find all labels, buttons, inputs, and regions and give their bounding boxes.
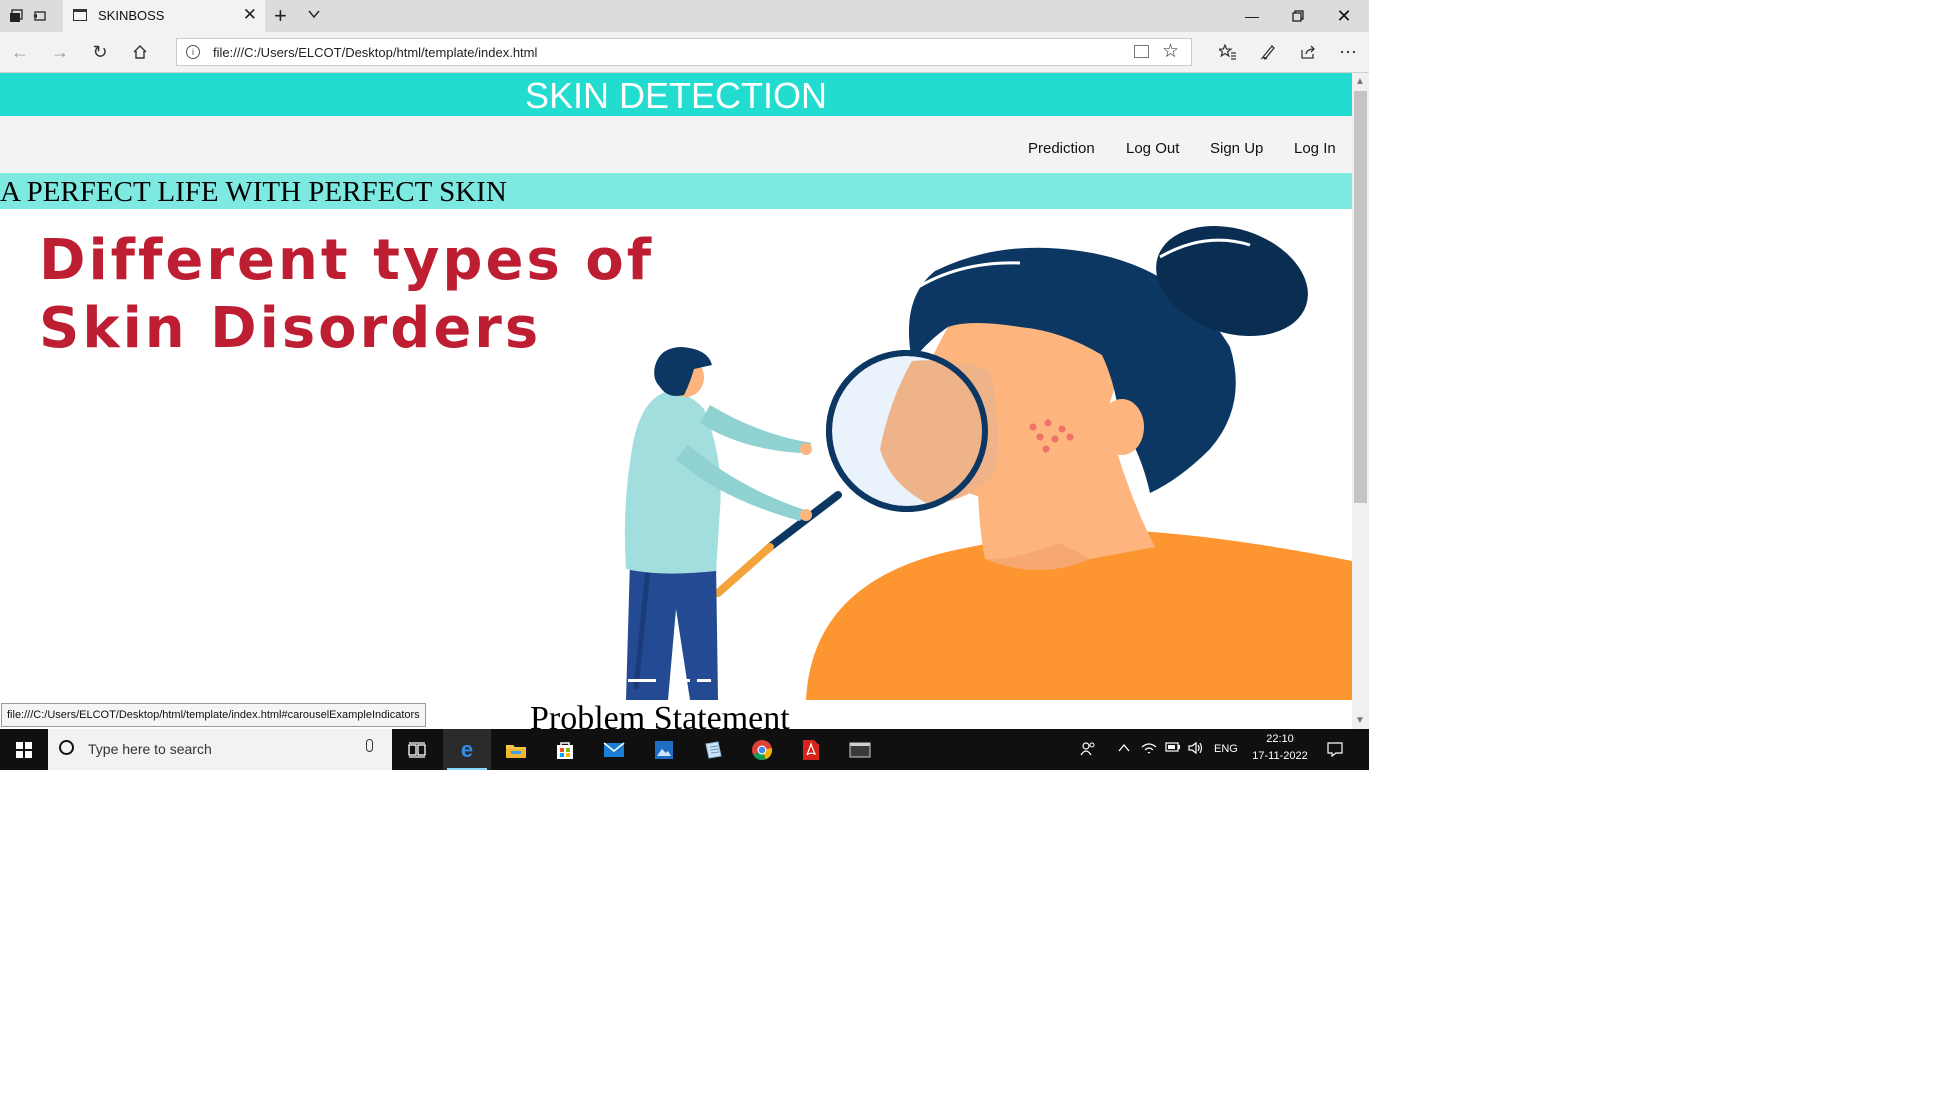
tab-bar: SKINBOSS ✕ + — ✕ — [0, 0, 1369, 32]
scroll-up-icon[interactable]: ▲ — [1355, 76, 1365, 87]
tab-actions-icon[interactable] — [6, 6, 26, 26]
notification-icon[interactable] — [1327, 741, 1343, 760]
scroll-down-icon[interactable]: ▼ — [1355, 715, 1365, 726]
site-navbar: Prediction Log Out Sign Up Log In — [0, 116, 1352, 173]
language-indicator[interactable]: ENG — [1214, 743, 1238, 755]
status-link-tooltip: file:///C:/Users/ELCOT/Desktop/html/temp… — [1, 703, 426, 727]
pen-icon[interactable] — [1256, 40, 1280, 64]
nav-link-prediction[interactable]: Prediction — [1028, 140, 1095, 157]
more-icon[interactable]: ⋯ — [1336, 40, 1360, 64]
edge-active-indicator — [447, 768, 487, 770]
acrobat-icon[interactable] — [787, 729, 835, 770]
back-icon[interactable]: ← — [8, 40, 32, 64]
favorites-hub-icon[interactable] — [1216, 40, 1240, 64]
tab-title: SKINBOSS — [98, 8, 165, 23]
url-text[interactable]: file:///C:/Users/ELCOT/Desktop/html/temp… — [213, 45, 537, 60]
taskbar-search-placeholder: Type here to search — [88, 741, 212, 757]
carousel-indicator-1[interactable] — [628, 679, 656, 682]
mail-icon[interactable] — [590, 729, 638, 770]
page-scrollbar[interactable]: ▲ ▼ — [1352, 73, 1369, 729]
taskbar: Type here to search e ENG 22:10 17-11-20… — [0, 729, 1369, 770]
people-icon[interactable] — [1080, 741, 1096, 760]
photos-icon[interactable] — [640, 729, 688, 770]
address-bar[interactable]: i file:///C:/Users/ELCOT/Desktop/html/te… — [176, 38, 1192, 66]
edge-icon[interactable]: e — [443, 729, 491, 770]
close-icon[interactable]: ✕ — [243, 5, 257, 25]
reading-view-icon[interactable] — [1134, 45, 1149, 58]
web-page: SKIN DETECTION Prediction Log Out Sign U… — [0, 73, 1352, 729]
page-icon — [73, 9, 87, 21]
tagline: A PERFECT LIFE WITH PERFECT SKIN — [0, 173, 1352, 209]
scroll-thumb[interactable] — [1354, 91, 1367, 503]
task-view-icon[interactable] — [393, 729, 441, 770]
hero-carousel[interactable]: Different types of Skin Disorders — [0, 209, 1352, 700]
windows-icon[interactable] — [0, 729, 48, 770]
info-icon[interactable]: i — [186, 45, 200, 59]
nav-link-log-in[interactable]: Log In — [1294, 140, 1336, 157]
microphone-icon[interactable] — [366, 739, 373, 752]
tab-skinboss[interactable]: SKINBOSS ✕ — [63, 0, 265, 32]
svg-text:e: e — [461, 739, 473, 761]
hero-illustration — [624, 225, 1352, 700]
battery-icon[interactable] — [1165, 741, 1181, 756]
restore-icon[interactable] — [1275, 0, 1321, 32]
carousel-indicator-2[interactable] — [674, 679, 690, 682]
home-icon[interactable] — [128, 40, 152, 64]
share-icon[interactable] — [1296, 40, 1320, 64]
carousel-indicator-3[interactable] — [697, 679, 711, 682]
chevron-up-icon[interactable] — [1117, 741, 1131, 758]
browser-toolbar: ← → ↻ i file:///C:/Users/ELCOT/Desktop/h… — [0, 32, 1369, 73]
terminal-icon[interactable] — [836, 729, 884, 770]
problem-statement-heading: Problem Statement — [530, 700, 790, 729]
wifi-icon[interactable] — [1141, 741, 1157, 758]
new-tab-icon[interactable]: + — [274, 3, 287, 29]
minimize-icon[interactable]: — — [1229, 0, 1275, 32]
chrome-icon[interactable] — [738, 729, 786, 770]
favorite-star-icon[interactable]: ☆ — [1162, 40, 1179, 63]
notepad-icon[interactable] — [689, 729, 737, 770]
tabs-aside-icon[interactable] — [29, 6, 49, 26]
chevron-down-icon[interactable] — [307, 7, 321, 26]
close-icon[interactable]: ✕ — [1321, 0, 1367, 32]
nav-link-sign-up[interactable]: Sign Up — [1210, 140, 1263, 157]
nav-link-log-out[interactable]: Log Out — [1126, 140, 1179, 157]
volume-icon[interactable] — [1188, 741, 1204, 758]
site-header: SKIN DETECTION — [0, 73, 1352, 116]
cortana-icon — [59, 740, 74, 755]
store-icon[interactable] — [541, 729, 589, 770]
browser-window: SKINBOSS ✕ + — ✕ ← → ↻ i file:///C:/User… — [0, 0, 1369, 770]
forward-icon[interactable]: → — [48, 40, 72, 64]
taskbar-search-box[interactable]: Type here to search — [48, 729, 392, 770]
file-explorer-icon[interactable] — [492, 729, 540, 770]
clock-date[interactable]: 17-11-2022 — [1249, 750, 1311, 762]
refresh-icon[interactable]: ↻ — [88, 40, 112, 64]
clock-time[interactable]: 22:10 — [1252, 733, 1308, 745]
